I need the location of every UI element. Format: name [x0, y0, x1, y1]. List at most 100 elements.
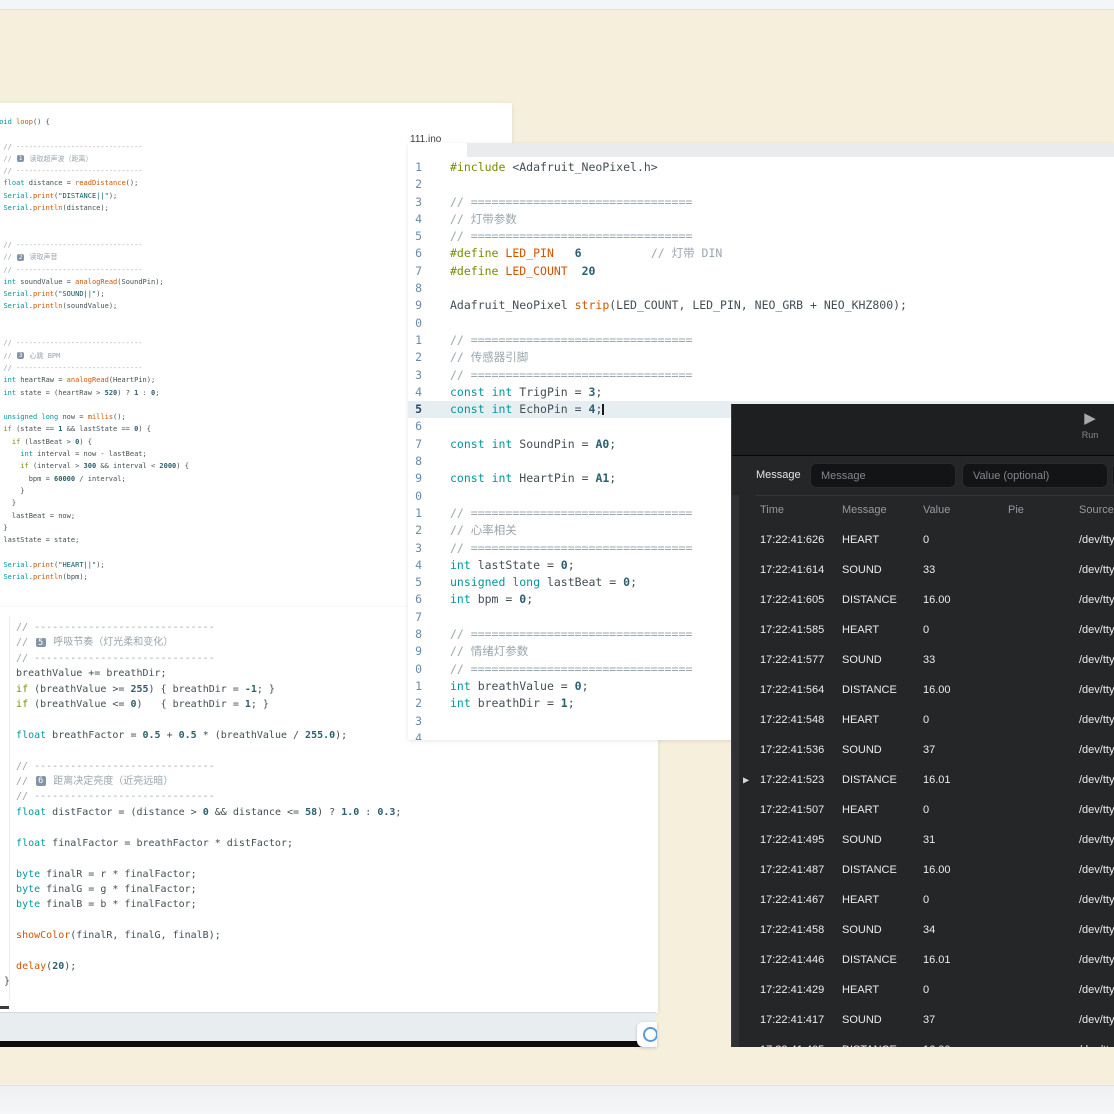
table-row[interactable]: 17:22:41:405DISTANCE16.00/dev/tty: [732, 1035, 1114, 1047]
line-number: 2: [408, 176, 429, 193]
line-number: 8: [408, 626, 429, 643]
line-code: #include <Adafruit_NeoPixel.h>: [450, 159, 658, 176]
cell-message: SOUND: [842, 1014, 923, 1026]
play-icon: ▶: [1072, 408, 1108, 430]
cell-source: /dev/tty: [1079, 564, 1114, 576]
table-row[interactable]: 17:22:41:577SOUND33/dev/tty: [732, 645, 1114, 675]
table-row[interactable]: 17:22:41:585HEART0/dev/tty: [732, 615, 1114, 645]
line-number: 3: [408, 194, 429, 211]
cell-message: DISTANCE: [842, 864, 923, 876]
line-code: // ================================: [450, 194, 692, 211]
code-line: float distFactor = (distance > 0 && dist…: [4, 805, 658, 820]
line-number: 1: [408, 159, 429, 176]
cell-source: /dev/tty: [1079, 924, 1114, 936]
editor-line[interactable]: 7#define LED_COUNT 20: [408, 263, 1114, 280]
cell-value: 31: [923, 834, 1008, 846]
table-row[interactable]: 17:22:41:536SOUND37/dev/tty: [732, 735, 1114, 765]
editor-line[interactable]: 3 // ================================: [408, 194, 1114, 211]
code-line: }: [4, 974, 658, 989]
cell-value: 16.00: [923, 1044, 1008, 1047]
serial-monitor-panel: ▶ Run Message TimeMessageValuePieSource …: [731, 404, 1114, 1047]
column-header-time: Time: [760, 504, 842, 516]
cell-value: 0: [923, 984, 1008, 996]
table-row[interactable]: 17:22:41:487DISTANCE16.00/dev/tty: [732, 855, 1114, 885]
editor-line[interactable]: 4const int TrigPin = 3;: [408, 384, 1114, 401]
cell-time: 17:22:41:605: [760, 594, 842, 606]
table-row[interactable]: 17:22:41:605DISTANCE16.00/dev/tty: [732, 585, 1114, 615]
line-code: // ================================: [450, 228, 692, 245]
table-row[interactable]: 17:22:41:507HEART0/dev/tty: [732, 795, 1114, 825]
line-number: 1: [408, 332, 429, 349]
code-line: [4, 913, 658, 928]
line-number: 0: [408, 488, 429, 505]
editor-line[interactable]: 2// 传感器引脚: [408, 349, 1114, 366]
table-row[interactable]: 17:22:41:548HEART0/dev/tty: [732, 705, 1114, 735]
line-code: #define LED_COUNT 20: [450, 263, 595, 280]
numbered-badge: 3: [17, 352, 24, 359]
editor-line[interactable]: 8: [408, 280, 1114, 297]
cell-time: 17:22:41:585: [760, 624, 842, 636]
tab-strip[interactable]: [467, 143, 1114, 157]
numbered-badge: 1: [17, 155, 24, 162]
numbered-badge: 5: [36, 638, 46, 648]
editor-line[interactable]: 1 #include <Adafruit_NeoPixel.h>: [408, 159, 1114, 176]
table-row[interactable]: 17:22:41:429HEART0/dev/tty: [732, 975, 1114, 1005]
cell-source: /dev/tty: [1079, 684, 1114, 696]
table-row[interactable]: 17:22:41:417SOUND37/dev/tty: [732, 1005, 1114, 1035]
table-row[interactable]: 17:22:41:458SOUND34/dev/tty: [732, 915, 1114, 945]
code-line: [4, 851, 658, 866]
floating-assistant-button[interactable]: [637, 1022, 657, 1047]
cell-time: 17:22:41:626: [760, 534, 842, 546]
editor-line[interactable]: 9Adafruit_NeoPixel strip(LED_COUNT, LED_…: [408, 297, 1114, 314]
editor-line[interactable]: 6#define LED_PIN 6 // 灯带 DIN: [408, 245, 1114, 262]
cell-time: 17:22:41:523: [760, 774, 842, 786]
cell-value: 37: [923, 1014, 1008, 1026]
table-row[interactable]: 17:22:41:626HEART0/dev/tty: [732, 525, 1114, 555]
message-label: Message: [756, 455, 801, 495]
table-row[interactable]: ▶17:22:41:523DISTANCE16.01/dev/tty: [732, 765, 1114, 795]
cell-value: 16.01: [923, 954, 1008, 966]
line-number: 8: [408, 280, 429, 297]
cell-message: SOUND: [842, 564, 923, 576]
cell-value: 0: [923, 624, 1008, 636]
line-code: const int SoundPin = A0;: [450, 436, 616, 453]
table-row[interactable]: 17:22:41:467HEART0/dev/tty: [732, 885, 1114, 915]
table-row[interactable]: 17:22:41:495SOUND31/dev/tty: [732, 825, 1114, 855]
cell-time: 17:22:41:577: [760, 654, 842, 666]
run-label: Run: [1072, 430, 1108, 440]
editor-line[interactable]: 2: [408, 176, 1114, 193]
cell-time: 17:22:41:405: [760, 1044, 842, 1047]
line-code: [450, 418, 457, 435]
cell-message: DISTANCE: [842, 774, 923, 786]
value-input[interactable]: [962, 463, 1108, 488]
editor-line[interactable]: 1// ================================: [408, 332, 1114, 349]
editor-line[interactable]: 3// ================================: [408, 367, 1114, 384]
editor-line[interactable]: 4// 灯带参数: [408, 211, 1114, 228]
table-body[interactable]: 17:22:41:626HEART0/dev/tty17:22:41:614SO…: [732, 525, 1114, 1047]
cell-value: 34: [923, 924, 1008, 936]
cell-source: /dev/tty: [1079, 744, 1114, 756]
code-line: [4, 743, 658, 758]
cell-time: 17:22:41:507: [760, 804, 842, 816]
table-row[interactable]: 17:22:41:446DISTANCE16.01/dev/tty: [732, 945, 1114, 975]
indent-guide: [9, 617, 10, 999]
line-code: // ================================: [450, 540, 692, 557]
line-code: int breathValue = 0;: [450, 678, 589, 695]
line-number: 0: [408, 661, 429, 678]
cell-value: 16.00: [923, 684, 1008, 696]
cell-time: 17:22:41:417: [760, 1014, 842, 1026]
cell-value: 16.00: [923, 594, 1008, 606]
table-row[interactable]: 17:22:41:564DISTANCE16.00/dev/tty: [732, 675, 1114, 705]
line-code: unsigned long lastBeat = 0;: [450, 574, 637, 591]
line-number: 6: [408, 418, 429, 435]
message-input[interactable]: [810, 463, 956, 488]
run-button[interactable]: ▶ Run: [1072, 408, 1108, 452]
cell-source: /dev/tty: [1079, 624, 1114, 636]
table-row[interactable]: 17:22:41:614SOUND33/dev/tty: [732, 555, 1114, 585]
resize-dash: [0, 1006, 9, 1009]
line-number: 7: [408, 436, 429, 453]
editor-line[interactable]: 0: [408, 315, 1114, 332]
cell-message: DISTANCE: [842, 594, 923, 606]
cell-source: /dev/tty: [1079, 1044, 1114, 1047]
editor-line[interactable]: 5// ================================: [408, 228, 1114, 245]
